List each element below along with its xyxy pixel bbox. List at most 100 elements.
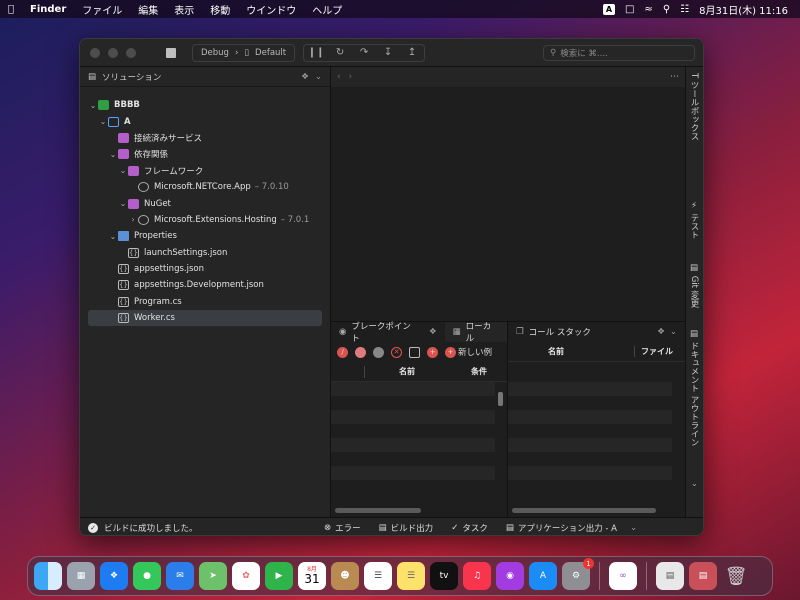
search-input[interactable]: ⚲ 検索に ⌘....: [543, 44, 695, 61]
app-store-icon[interactable]: A: [529, 562, 557, 590]
chevron-down-icon[interactable]: ⌄: [670, 327, 677, 337]
pin-icon[interactable]: ❖: [429, 327, 437, 337]
step-into-icon[interactable]: ↧: [376, 47, 400, 58]
contacts-icon[interactable]: ☻: [331, 562, 359, 590]
trash-icon[interactable]: 🗑: [722, 562, 750, 590]
input-source-indicator[interactable]: A: [602, 3, 615, 15]
chevron-down-icon[interactable]: ⌄: [88, 101, 98, 110]
menu-app-name[interactable]: Finder: [22, 4, 74, 15]
tab-breakpoints[interactable]: ◉ ブレークポイント ❖: [331, 322, 445, 344]
step-out-icon[interactable]: ↥: [400, 47, 424, 58]
tree-item-project[interactable]: ⌄ A: [80, 113, 330, 129]
screenshot-stack-icon[interactable]: ▤: [689, 562, 717, 590]
pin-icon[interactable]: ❖: [301, 72, 309, 82]
chevron-down-icon[interactable]: ⌄: [98, 117, 108, 126]
visual-studio-icon[interactable]: ∞: [609, 562, 637, 590]
tree-item-worker[interactable]: {} Worker.cs: [88, 310, 322, 327]
tree-item-appsettings-development[interactable]: {} appsettings.Development.json: [80, 277, 330, 293]
podcasts-icon[interactable]: ◉: [496, 562, 524, 590]
tree-item-extensions-hosting[interactable]: › Microsoft.Extensions.Hosting – 7.0.1: [80, 212, 330, 228]
zoom-window-button[interactable]: [126, 47, 136, 58]
tree-item-launchsettings[interactable]: {} launchSettings.json: [80, 245, 330, 261]
menu-window[interactable]: ウインドウ: [238, 2, 304, 17]
tree-item-connected-services[interactable]: 接続済みサービス: [80, 130, 330, 146]
pad-build-output[interactable]: ▤ ビルド出力: [370, 522, 443, 534]
step-over-icon[interactable]: ↷: [352, 47, 376, 58]
column-condition[interactable]: 条件: [465, 366, 487, 377]
tree-item-frameworks[interactable]: ⌄ フレームワーク: [80, 163, 330, 179]
chevron-down-icon[interactable]: ⌄: [691, 479, 698, 488]
tree-item-nuget[interactable]: ⌄ NuGet: [80, 195, 330, 211]
tree-item-solution[interactable]: ⌄ BBBB: [80, 97, 330, 113]
properties-icon[interactable]: [409, 346, 420, 358]
system-preferences-icon[interactable]: ⚙ 1: [562, 558, 594, 590]
launchpad-icon[interactable]: ▦: [67, 562, 95, 590]
chevron-down-icon[interactable]: ⌄: [630, 523, 637, 533]
chevron-left-icon[interactable]: ‹: [337, 72, 341, 82]
screen-mirroring-icon[interactable]: □: [625, 4, 634, 15]
horizontal-scrollbar[interactable]: [335, 508, 421, 513]
tab-locals[interactable]: ▦ ローカル: [445, 322, 507, 344]
chevron-down-icon[interactable]: ⌄: [118, 166, 128, 175]
apple-tv-icon[interactable]: tv: [430, 562, 458, 590]
photos-icon[interactable]: ✿: [232, 562, 260, 590]
close-window-button[interactable]: [90, 47, 100, 58]
chevron-down-icon[interactable]: ⌄: [108, 232, 118, 241]
maps-icon[interactable]: ➤: [199, 562, 227, 590]
pause-icon[interactable]: ❙❙: [304, 47, 328, 58]
chevron-down-icon[interactable]: ⌄: [118, 199, 128, 208]
tree-item-properties[interactable]: ⌄ Properties: [80, 228, 330, 244]
new-exception-button[interactable]: + 新しい例: [445, 346, 492, 358]
stop-icon[interactable]: [166, 47, 176, 58]
safari-icon[interactable]: ❖: [100, 562, 128, 590]
tree-item-dependencies[interactable]: ⌄ 依存関係: [80, 146, 330, 162]
pin-icon[interactable]: ❖: [657, 327, 665, 337]
chevron-down-icon[interactable]: ⌄: [108, 150, 118, 159]
tab-call-stack[interactable]: ❐ コール スタック ❖ ⌄: [508, 322, 685, 342]
toggle-breakpoints-icon[interactable]: [373, 346, 384, 358]
horizontal-scrollbar[interactable]: [512, 508, 656, 513]
finder-icon[interactable]: [34, 562, 62, 590]
chevron-down-icon[interactable]: ⌄: [315, 72, 322, 82]
pad-errors[interactable]: ⊗ エラー: [315, 522, 370, 534]
menu-go[interactable]: 移動: [202, 2, 238, 17]
apple-icon[interactable]: : [0, 4, 22, 15]
run-configuration-selector[interactable]: Debug › ▯ Default: [192, 43, 296, 62]
tree-item-program[interactable]: {} Program.cs: [80, 294, 330, 310]
menu-file[interactable]: ファイル: [74, 2, 130, 17]
more-icon[interactable]: ⋯: [670, 72, 679, 82]
menu-edit[interactable]: 編集: [130, 2, 166, 17]
column-enabled[interactable]: [331, 365, 365, 378]
tab-git-changes[interactable]: ▤ Git 変更: [688, 263, 700, 308]
pad-application-output[interactable]: ▤ アプリケーション出力 - A: [497, 522, 626, 534]
tab-toolbox[interactable]: T ツールボックス: [688, 73, 700, 140]
column-name[interactable]: 名前: [508, 346, 634, 357]
reminders-icon[interactable]: ☰: [364, 562, 392, 590]
messages-icon[interactable]: ●: [133, 562, 161, 590]
control-center-icon[interactable]: ☷: [680, 4, 689, 15]
menu-datetime[interactable]: 8月31日(木) 11:16: [699, 2, 788, 17]
vertical-scrollbar[interactable]: [498, 392, 503, 406]
music-icon[interactable]: ♫: [463, 562, 491, 590]
restart-icon[interactable]: ↻: [328, 47, 352, 58]
spotlight-search-icon[interactable]: ⚲: [663, 4, 670, 15]
pad-tasks[interactable]: ✓ タスク: [442, 522, 497, 534]
disable-all-breakpoints-icon[interactable]: /: [337, 346, 348, 358]
menu-view[interactable]: 表示: [166, 2, 202, 17]
tab-document-outline[interactable]: ▤ ドキュメント アウトライン: [688, 329, 700, 446]
column-name[interactable]: 名前: [365, 366, 465, 377]
new-breakpoint-icon[interactable]: +: [427, 346, 438, 358]
chevron-right-icon[interactable]: ›: [349, 72, 353, 82]
minimize-window-button[interactable]: [108, 47, 118, 58]
eraser-icon[interactable]: [355, 346, 366, 358]
menu-help[interactable]: ヘルプ: [304, 2, 350, 17]
chevron-right-icon[interactable]: ›: [128, 215, 138, 224]
calendar-icon[interactable]: 8月 31: [298, 562, 326, 590]
delete-breakpoints-icon[interactable]: ✕: [391, 346, 402, 358]
notes-icon[interactable]: ☰: [397, 562, 425, 590]
column-file[interactable]: ファイル: [634, 346, 673, 357]
document-icon[interactable]: ▤: [656, 562, 684, 590]
tab-test[interactable]: ⚡ テスト: [688, 201, 700, 239]
wifi-icon[interactable]: ≈: [644, 4, 652, 15]
facetime-icon[interactable]: ▶: [265, 562, 293, 590]
